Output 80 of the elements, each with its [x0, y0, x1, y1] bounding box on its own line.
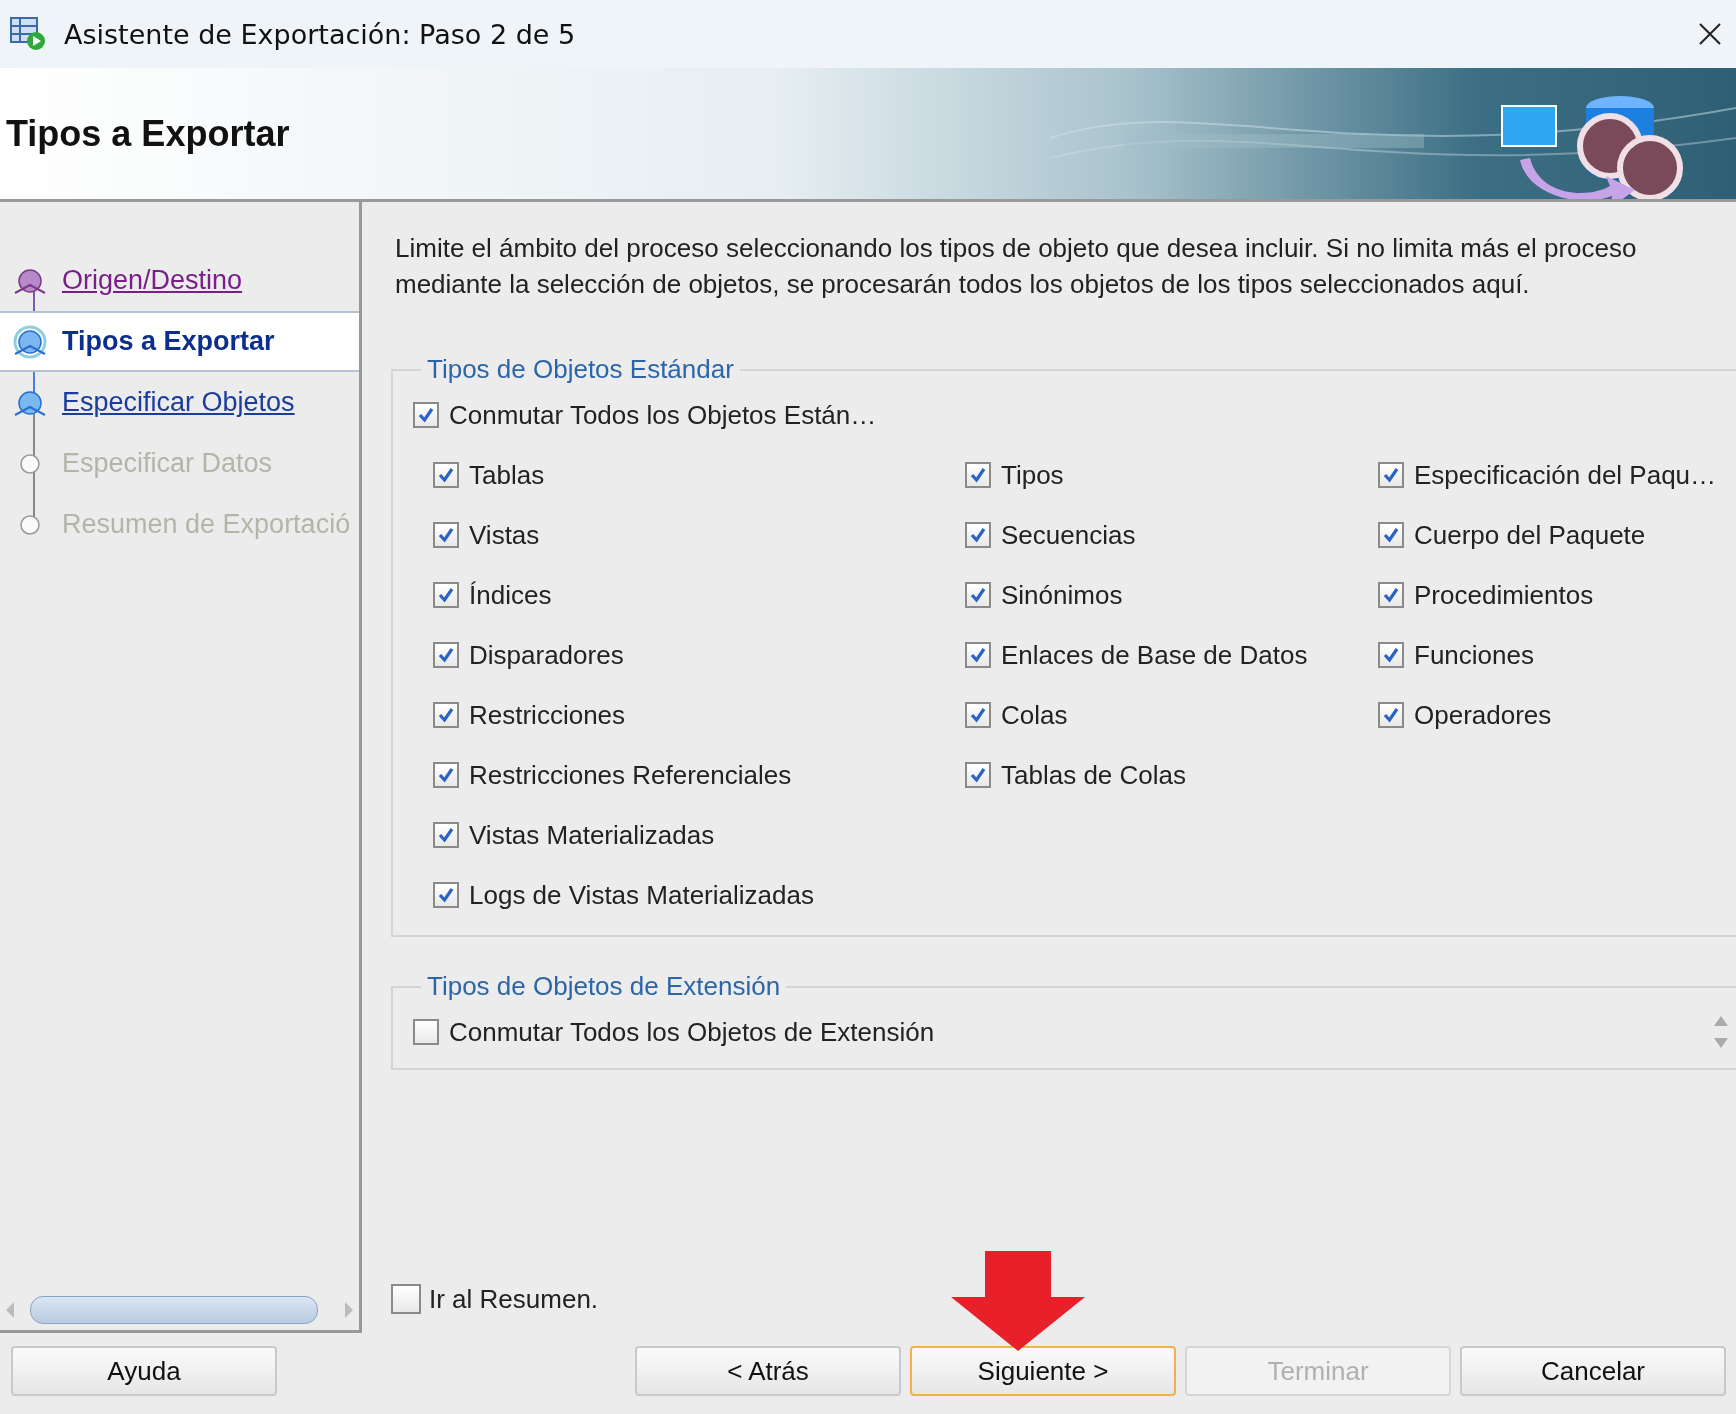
checkbox-label: Índices: [469, 579, 552, 611]
window-title: Asistente de Exportación: Paso 2 de 5: [64, 18, 577, 50]
checkbox-label: Ir al Resumen.: [429, 1283, 599, 1315]
checkmark-icon: [968, 765, 988, 785]
checkbox[interactable]: [965, 702, 991, 728]
checkbox-label: Tablas de Colas: [1001, 759, 1186, 791]
checkmark-icon: [1381, 705, 1401, 725]
checkbox[interactable]: [433, 582, 459, 608]
checkbox-label: Disparadores: [469, 639, 624, 671]
checkbox[interactable]: [433, 702, 459, 728]
checkbox[interactable]: [1378, 462, 1404, 488]
checkbox[interactable]: [433, 642, 459, 668]
checkbox-label: Tablas: [469, 459, 545, 491]
checkbox-label: Conmutar Todos los Objetos de Extensión: [449, 1016, 935, 1048]
checkmark-icon: [968, 705, 988, 725]
checkbox[interactable]: [413, 1019, 439, 1045]
back-button[interactable]: < Atrás: [635, 1346, 901, 1396]
step-link[interactable]: Especificar Objetos: [62, 387, 295, 418]
page-title: Tipos a Exportar: [6, 112, 290, 155]
checkmark-icon: [416, 405, 436, 425]
checkbox[interactable]: [965, 462, 991, 488]
cancel-button[interactable]: Cancelar: [1460, 1346, 1726, 1396]
checkbox-label: Procedimientos: [1414, 579, 1594, 611]
checkbox[interactable]: [433, 522, 459, 548]
next-button[interactable]: Siguiente >: [910, 1346, 1176, 1396]
help-button[interactable]: Ayuda: [11, 1346, 277, 1396]
checkmark-icon: [436, 885, 456, 905]
checkbox[interactable]: [1378, 702, 1404, 728]
checkbox[interactable]: [391, 1284, 421, 1314]
checkmark-icon: [436, 525, 456, 545]
checkmark-icon: [968, 465, 988, 485]
checkmark-icon: [1381, 465, 1401, 485]
scrollbar-thumb[interactable]: [30, 1296, 318, 1324]
checkbox-label: Especificación del Paqu…: [1414, 459, 1717, 491]
checkbox[interactable]: [1378, 522, 1404, 548]
checkmark-icon: [968, 585, 988, 605]
checkbox[interactable]: [433, 822, 459, 848]
checkbox[interactable]: [413, 402, 439, 428]
checkbox[interactable]: [433, 882, 459, 908]
checkbox-label: Funciones: [1414, 639, 1534, 671]
checkmark-icon: [436, 645, 456, 665]
checkbox[interactable]: [965, 582, 991, 608]
checkmark-icon: [436, 465, 456, 485]
checkmark-icon: [436, 585, 456, 605]
group-title: Tipos de Objetos Estándar: [426, 354, 735, 385]
checkbox-label: Logs de Vistas Materializadas: [469, 879, 814, 911]
checkmark-icon: [1381, 645, 1401, 665]
checkbox[interactable]: [433, 462, 459, 488]
step-icon: [12, 323, 48, 360]
description-text: Limite el ámbito del proceso seleccionando los tipos de objeto que desea incluir. Si no limita más el proceso mediante la selección de objetos, se procesarán todos los objetos de los tipos seleccionados aquí.: [395, 232, 1638, 301]
checkbox-label: Colas: [1001, 699, 1068, 731]
checkbox[interactable]: [1378, 582, 1404, 608]
checkbox-label: Vistas Materializadas: [469, 819, 715, 851]
app-icon: [10, 17, 46, 51]
checkbox-label: Restricciones: [469, 699, 626, 731]
checkbox-label: Sinónimos: [1001, 579, 1123, 611]
checkbox-label: Conmutar Todos los Objetos Están…: [449, 399, 877, 431]
arrow-icon: [951, 1251, 1085, 1351]
checkmark-icon: [436, 765, 456, 785]
checkbox[interactable]: [965, 522, 991, 548]
checkmark-icon: [1381, 585, 1401, 605]
checkbox-label: Vistas: [469, 519, 540, 551]
step-link[interactable]: Origen/Destino: [62, 265, 243, 296]
checkbox[interactable]: [433, 762, 459, 788]
close-icon[interactable]: [1698, 22, 1722, 46]
group-title: Tipos de Objetos de Extensión: [426, 971, 782, 1002]
checkbox-label: Secuencias: [1001, 519, 1136, 551]
checkbox-label: Enlaces de Base de Datos: [1001, 639, 1308, 671]
checkbox-label: Operadores: [1414, 699, 1552, 731]
checkmark-icon: [968, 645, 988, 665]
checkbox[interactable]: [1378, 642, 1404, 668]
checkmark-icon: [1381, 525, 1401, 545]
checkbox-label: Restricciones Referenciales: [469, 759, 792, 791]
checkbox-label: Cuerpo del Paquete: [1414, 519, 1646, 551]
checkmark-icon: [436, 705, 456, 725]
checkbox[interactable]: [965, 762, 991, 788]
checkmark-icon: [436, 825, 456, 845]
checkbox[interactable]: [965, 642, 991, 668]
checkbox-label: Tipos: [1001, 459, 1064, 491]
checkmark-icon: [968, 525, 988, 545]
